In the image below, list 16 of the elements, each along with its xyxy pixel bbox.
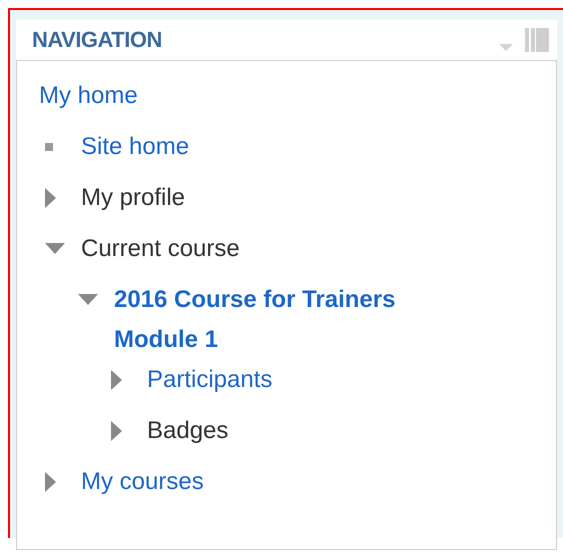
nav-link[interactable]: My courses — [81, 468, 204, 496]
block-title: NAVIGATION — [32, 27, 162, 53]
collapsed-triangle-icon[interactable] — [45, 472, 57, 492]
expanded-triangle-icon[interactable] — [45, 243, 65, 255]
nav-label[interactable]: My profile — [81, 184, 186, 212]
nav-link[interactable]: Site home — [81, 133, 190, 161]
nav-label[interactable]: Badges — [147, 417, 228, 445]
nav-label[interactable]: Current course — [81, 235, 240, 263]
expanded-triangle-icon[interactable] — [78, 294, 98, 306]
collapsed-triangle-icon[interactable] — [45, 188, 57, 208]
nav-link[interactable]: 2016 Course for Trainers Module 1 — [114, 280, 474, 366]
bullet-icon — [45, 143, 53, 151]
collapsed-triangle-icon[interactable] — [111, 421, 123, 441]
nav-link[interactable]: My home — [39, 82, 138, 110]
collapsed-triangle-icon[interactable] — [111, 370, 123, 390]
nav-link[interactable]: Participants — [147, 366, 272, 394]
